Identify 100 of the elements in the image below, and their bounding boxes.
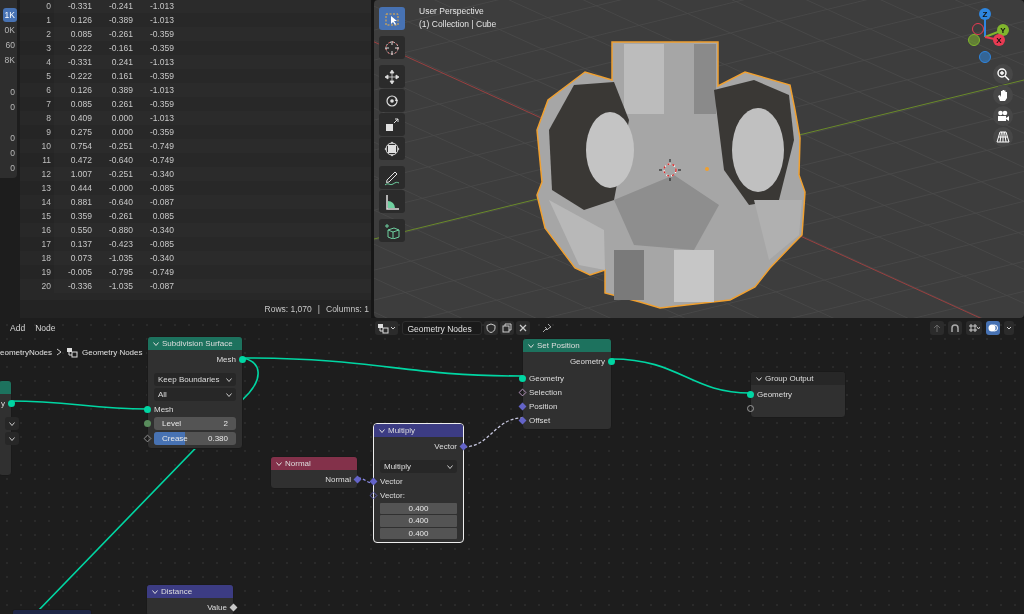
table-cell-text: 0.161 <box>110 70 134 83</box>
table-cell-text: -0.222 <box>66 42 93 55</box>
axis-handle[interactable]: Z <box>979 8 991 20</box>
node-card[interactable]: Subdivision Surface Mesh Keep Boundaries All Mesh Level 2 Crease 0.380 <box>147 336 243 449</box>
tool-button[interactable] <box>379 166 405 189</box>
table-cell-text: -0.087 <box>148 196 175 209</box>
axis-handle[interactable] <box>979 51 991 63</box>
table-cell-text: -0.251 <box>107 168 134 181</box>
count-item[interactable]: 0 <box>8 85 17 99</box>
grid-snap-icon <box>968 323 980 333</box>
tool-button[interactable] <box>379 89 405 112</box>
dropdown[interactable]: Multiply <box>380 460 457 473</box>
number-field[interactable]: 0.400 <box>380 527 457 539</box>
node-card[interactable]: Group Output Geometry <box>750 371 846 418</box>
tool-button[interactable] <box>379 65 405 88</box>
breadcrumb-item[interactable]: eometryNodes <box>0 347 53 357</box>
count-item[interactable]: 1K <box>2 8 17 22</box>
perspective-toggle-button[interactable] <box>993 127 1013 147</box>
table-cell-text: -0.241 <box>107 0 134 13</box>
count-item[interactable]: 0 <box>8 131 17 145</box>
socket-label: Vector: <box>380 490 405 500</box>
grid-icon <box>996 130 1010 144</box>
count-item[interactable]: 0 <box>8 146 17 160</box>
table-cell-text: -1.013 <box>148 14 175 27</box>
node-header[interactable]: Group Output <box>751 372 845 385</box>
count-item[interactable]: 0 <box>8 100 17 114</box>
overlay-icon <box>988 323 998 333</box>
number-field[interactable]: 0.400 <box>380 515 457 527</box>
caret-icon <box>153 340 159 347</box>
table-cell-text: -0.261 <box>107 28 134 41</box>
menu-item[interactable]: Add <box>6 321 30 335</box>
node-header[interactable]: Distance <box>147 585 233 598</box>
table-cell-text: -0.251 <box>107 140 134 153</box>
table-cell-text: 0.085 <box>69 28 93 41</box>
table-cell-text: -0.359 <box>148 28 175 41</box>
pan-button[interactable] <box>993 85 1013 105</box>
zoom-button[interactable] <box>993 64 1013 84</box>
parent-node-tree-button[interactable] <box>930 321 944 335</box>
dropdown[interactable]: All <box>154 388 236 401</box>
editor-type-button[interactable] <box>375 321 399 335</box>
node-tree-icon <box>377 322 390 334</box>
axis-handle[interactable]: X <box>993 34 1005 46</box>
table-cell-text: -0.161 <box>107 42 134 55</box>
caret-icon <box>528 342 534 349</box>
socket[interactable] <box>608 357 615 365</box>
menu-item[interactable]: Node <box>31 321 60 335</box>
tool-button[interactable] <box>379 190 405 213</box>
dropdown[interactable] <box>5 432 19 445</box>
breadcrumb-item[interactable]: Geometry Nodes <box>82 347 143 357</box>
table-cell-text: -0.336 <box>66 280 93 293</box>
fake-user-button[interactable] <box>484 321 499 335</box>
node-header[interactable]: Subdivision Surface <box>148 337 242 350</box>
tool-button[interactable] <box>379 137 405 160</box>
node-editor-canvas[interactable] <box>0 318 1024 614</box>
socket-label: Vector <box>434 441 457 451</box>
table-cell-text: -0.087 <box>148 280 175 293</box>
table-cell-text: 0.000 <box>110 126 134 139</box>
table-cell-text: -0.880 <box>107 224 134 237</box>
overlay-button[interactable] <box>986 321 1000 335</box>
count-item[interactable]: 0 <box>8 161 17 175</box>
camera-view-button[interactable] <box>993 106 1013 126</box>
table-cell-text: 0.126 <box>69 14 93 27</box>
snap-mode-button[interactable] <box>966 321 982 335</box>
tool-button[interactable] <box>379 36 405 59</box>
axis-handle[interactable] <box>972 23 984 35</box>
table-cell-text: -0.359 <box>148 98 175 111</box>
node-header[interactable] <box>0 381 11 394</box>
unlink-button[interactable] <box>516 321 531 335</box>
node-header[interactable]: Set Position <box>523 339 611 352</box>
table-cell-text: 0.137 <box>69 238 93 251</box>
overlay-menu-button[interactable] <box>1004 321 1014 335</box>
socket[interactable] <box>239 355 246 363</box>
tool-button[interactable] <box>379 113 405 136</box>
node-header[interactable]: Normal <box>271 457 357 470</box>
3d-viewport[interactable]: User Perspective (1) Collection | Cube Z Y X <box>374 0 1024 318</box>
snap-button[interactable] <box>948 321 962 335</box>
socket-label: Geometry <box>529 373 565 383</box>
dropdown[interactable]: Keep Boundaries <box>154 373 236 386</box>
table-cell-text: 0.241 <box>110 56 134 69</box>
socket[interactable] <box>229 603 238 611</box>
count-item[interactable]: 0K <box>2 23 17 37</box>
dropdown[interactable] <box>5 417 19 430</box>
axis-handle[interactable] <box>968 34 980 46</box>
table-cell-text: -0.389 <box>107 14 134 27</box>
number-field[interactable]: 0.400 <box>380 502 457 514</box>
tool-button[interactable] <box>379 7 405 30</box>
axis-handle[interactable]: Y <box>997 24 1009 36</box>
node-header[interactable]: Multiply <box>374 424 463 437</box>
count-item[interactable]: 60 <box>3 38 17 52</box>
tool-button[interactable] <box>379 219 405 242</box>
pencil-icon <box>384 169 400 186</box>
duplicate-button[interactable] <box>500 321 515 335</box>
node-group-field[interactable]: Geometry Nodes <box>402 321 483 335</box>
number-field[interactable]: Level 2 <box>154 417 236 430</box>
slider-field[interactable]: Crease 0.380 <box>154 432 236 445</box>
socket[interactable] <box>8 399 15 407</box>
table-cell-text: 0.085 <box>151 210 175 223</box>
count-item[interactable]: 8K <box>2 53 17 67</box>
table-cell-text: -0.795 <box>107 266 134 279</box>
table-cell-text: 0.409 <box>69 112 93 125</box>
